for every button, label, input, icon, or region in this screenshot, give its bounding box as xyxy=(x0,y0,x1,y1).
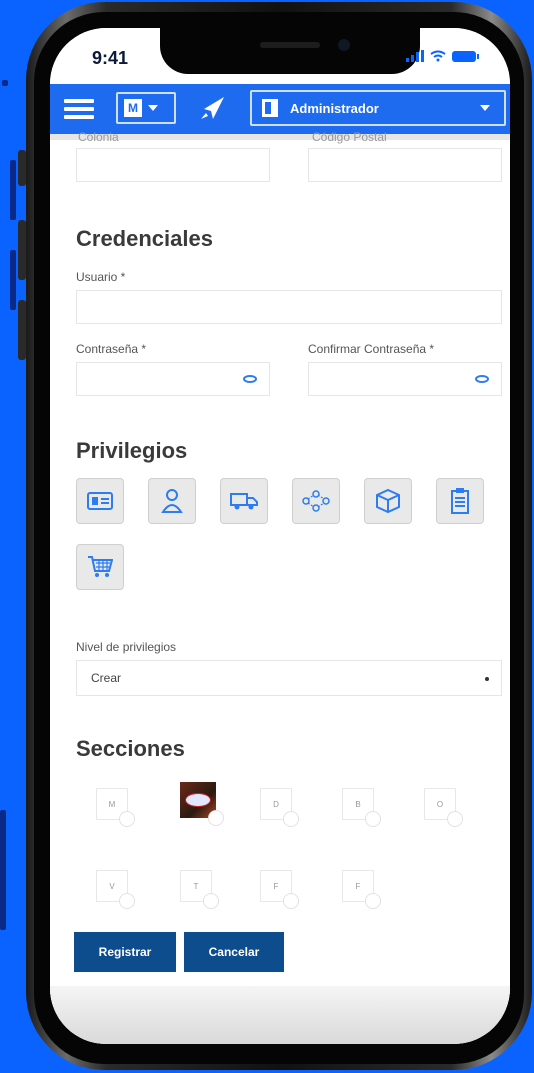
contact-book-icon xyxy=(262,99,278,117)
password-field[interactable] xyxy=(76,362,270,396)
eye-icon[interactable] xyxy=(475,375,489,383)
usuario-label: Usuario * xyxy=(76,270,126,284)
form-content: Colonia Código Postal Credenciales Usuar… xyxy=(50,130,510,1044)
privilege-level-label: Nivel de privilegios xyxy=(76,640,177,654)
bg-tick xyxy=(10,160,16,220)
phone-side-button xyxy=(18,220,26,280)
codigo-postal-label: Código Postal xyxy=(312,130,387,144)
battery-icon xyxy=(452,50,479,62)
section-item[interactable]: M xyxy=(96,788,135,827)
section-item-label: V xyxy=(109,881,115,891)
chevron-down-icon xyxy=(148,105,158,111)
section-checkbox[interactable] xyxy=(283,811,299,827)
section-item-label: F xyxy=(273,881,279,891)
privilege-id-card-button[interactable] xyxy=(76,478,124,524)
privilege-user-button[interactable] xyxy=(148,478,196,524)
top-toolbar: M Administrador xyxy=(50,84,510,134)
cart-icon xyxy=(88,556,113,577)
section-item[interactable]: V xyxy=(96,870,135,909)
role-select-value: Administrador xyxy=(290,100,379,116)
status-icons xyxy=(406,50,479,62)
privilege-level-select[interactable]: Crear xyxy=(76,660,502,696)
camera xyxy=(338,39,350,51)
section-item[interactable]: F xyxy=(342,870,381,909)
bg-tick xyxy=(0,810,6,930)
section-checkbox[interactable] xyxy=(283,893,299,909)
phone-side-button xyxy=(18,300,26,360)
section-item-label: O xyxy=(436,799,444,809)
section-item-label: T xyxy=(193,881,199,891)
section-checkbox[interactable] xyxy=(119,893,135,909)
eye-icon[interactable] xyxy=(243,375,257,383)
select-indicator-icon xyxy=(485,677,489,681)
section-item[interactable]: F xyxy=(260,870,299,909)
privileges-title: Privilegios xyxy=(76,438,188,463)
privilege-truck-button[interactable] xyxy=(220,478,268,524)
credentials-title: Credenciales xyxy=(76,226,213,251)
section-item[interactable]: O xyxy=(424,788,463,827)
phone-side-button xyxy=(18,150,26,186)
confirm-password-field[interactable] xyxy=(308,362,502,396)
bg-tick xyxy=(10,250,16,310)
speaker xyxy=(260,42,320,48)
brand-logo-icon xyxy=(185,793,211,807)
colonia-label: Colonia xyxy=(78,130,119,144)
phone-screen: 9:41 M Administrador Colonia Código Post… xyxy=(50,28,510,1044)
privilege-cart-button[interactable] xyxy=(76,544,124,590)
role-select[interactable]: Administrador xyxy=(250,90,506,126)
section-checkbox[interactable] xyxy=(365,893,381,909)
usuario-field[interactable] xyxy=(76,290,502,324)
sections-title: Secciones xyxy=(76,736,185,761)
status-time: 9:41 xyxy=(92,48,129,68)
section-item[interactable]: T xyxy=(180,870,219,909)
section-checkbox[interactable] xyxy=(119,811,135,827)
wifi-icon xyxy=(430,50,446,62)
bg-tick xyxy=(2,80,8,86)
section-item-label: D xyxy=(273,799,279,809)
register-button[interactable]: Registrar xyxy=(74,932,176,972)
codigo-postal-field[interactable] xyxy=(308,148,502,182)
section-item[interactable]: B xyxy=(342,788,381,827)
user-icon xyxy=(161,489,183,513)
section-item-logo[interactable] xyxy=(180,782,224,826)
signal-icon xyxy=(406,50,424,62)
chevron-down-icon xyxy=(480,105,490,111)
password-label: Contraseña * xyxy=(76,342,147,356)
cancel-button[interactable]: Cancelar xyxy=(184,932,284,972)
section-checkbox[interactable] xyxy=(208,810,224,826)
section-checkbox[interactable] xyxy=(365,811,381,827)
flow-icon xyxy=(302,490,330,512)
clipboard-icon xyxy=(451,488,469,514)
section-item-label: B xyxy=(355,799,361,809)
section-item-label: F xyxy=(355,881,361,891)
privilege-flow-button[interactable] xyxy=(292,478,340,524)
module-select[interactable]: M xyxy=(116,92,176,124)
privilege-clipboard-button[interactable] xyxy=(436,478,484,524)
toolbar-shadow xyxy=(50,134,510,140)
module-select-value: M xyxy=(124,99,142,117)
privilege-level-value: Crear xyxy=(91,671,122,685)
confirm-password-label: Confirmar Contraseña * xyxy=(308,342,435,356)
section-checkbox[interactable] xyxy=(203,893,219,909)
section-item-label: M xyxy=(108,799,116,809)
section-item[interactable]: D xyxy=(260,788,299,827)
section-checkbox[interactable] xyxy=(447,811,463,827)
id-card-icon xyxy=(87,492,113,510)
colonia-field[interactable] xyxy=(76,148,270,182)
box-icon xyxy=(376,488,400,514)
notch xyxy=(160,28,420,74)
status-bar: 9:41 xyxy=(50,28,510,84)
privilege-box-button[interactable] xyxy=(364,478,412,524)
truck-icon xyxy=(230,493,258,510)
hamburger-icon[interactable] xyxy=(64,99,94,119)
rocket-icon[interactable] xyxy=(198,95,228,123)
bottom-bar xyxy=(50,986,510,1044)
